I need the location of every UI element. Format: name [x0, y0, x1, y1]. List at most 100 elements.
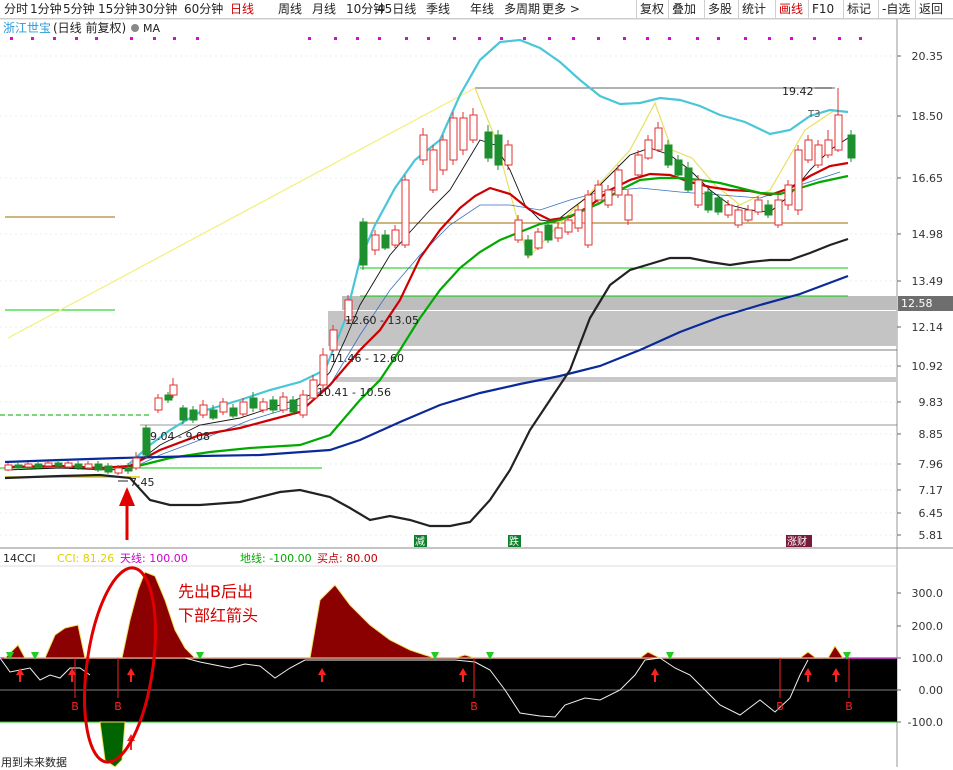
- candle-body: [169, 384, 178, 396]
- candle-body: [544, 224, 553, 241]
- signal-dot: [478, 37, 481, 40]
- candle-body: [804, 139, 813, 161]
- signal-dot: [813, 37, 816, 40]
- callout-line-1: 先出B后出: [178, 582, 253, 601]
- candle-body: [494, 134, 503, 166]
- marker-die: 跌: [509, 535, 519, 548]
- candle-body: [624, 194, 633, 221]
- marker-jian: 减: [415, 536, 425, 548]
- candle-body: [132, 457, 141, 469]
- candle-body: [814, 144, 823, 166]
- candle-body: [704, 191, 713, 211]
- maidian-label: 买点: 80.00: [317, 552, 378, 565]
- chart-mode: (日线 前复权): [53, 20, 126, 35]
- candle-body: [429, 149, 438, 191]
- signal-dot: [453, 37, 456, 40]
- price-tick-label: 20.35: [912, 50, 944, 63]
- b-signal-label: B: [114, 700, 122, 713]
- price-tick-label: 7.96: [919, 458, 944, 471]
- signal-dot: [75, 37, 78, 40]
- price-tick-label: 8.85: [919, 428, 944, 441]
- signal-dot: [744, 37, 747, 40]
- candle-body: [694, 179, 703, 206]
- candle-body: [289, 399, 298, 413]
- price-tick-label: 18.50: [912, 110, 944, 123]
- peak-sub-label: T3: [807, 109, 820, 120]
- candle-body: [724, 204, 733, 216]
- signal-dot: [717, 37, 720, 40]
- cci-positive-fill: [3, 571, 844, 659]
- price-tick-label: 10.92: [912, 360, 944, 373]
- b-signal-label: B: [845, 700, 853, 713]
- signal-dot: [427, 37, 430, 40]
- signal-dot: [597, 37, 600, 40]
- zone-band-1: [342, 296, 897, 310]
- stock-name: 浙江世宝: [3, 21, 51, 35]
- candle-body: [449, 117, 458, 161]
- signal-dot: [196, 37, 199, 40]
- ma-label: MA: [143, 22, 160, 35]
- candle-body: [4, 464, 13, 471]
- candle-body: [794, 149, 803, 211]
- candle-body: [371, 234, 380, 251]
- zone-label-1: 9.04 - 9.08: [150, 430, 210, 443]
- b-signal-label: B: [776, 700, 784, 713]
- candle-body: [469, 114, 478, 141]
- candle-body: [514, 219, 523, 241]
- low-price-label: 7.45: [130, 476, 155, 489]
- candle-body: [64, 462, 73, 468]
- zone-label-2: 10.41 - 10.56: [317, 386, 391, 399]
- candle-body: [319, 354, 328, 386]
- candle-body: [299, 394, 308, 416]
- signal-dot: [356, 37, 359, 40]
- candle-body: [847, 134, 856, 159]
- signal-dot: [53, 37, 56, 40]
- candle-body: [664, 144, 673, 166]
- candle-body: [154, 397, 163, 411]
- b-signal-label: B: [470, 700, 478, 713]
- candle-body: [604, 189, 613, 206]
- signal-dot: [405, 37, 408, 40]
- candle-body: [124, 467, 133, 472]
- candle-body: [644, 139, 653, 159]
- candle-body: [114, 467, 123, 474]
- candle-body: [734, 209, 743, 226]
- candle-body: [239, 401, 248, 415]
- candle-body: [179, 407, 188, 421]
- price-tick-label: 13.49: [912, 275, 944, 288]
- signal-dot: [790, 37, 793, 40]
- candle-body: [44, 462, 53, 467]
- candle-body: [94, 463, 103, 471]
- signal-dot: [378, 37, 381, 40]
- signal-dot: [523, 37, 526, 40]
- bollinger-upper: [127, 38, 849, 466]
- candle-body: [209, 409, 218, 419]
- peak-price-label: 19.42: [782, 85, 814, 98]
- future-data-note: 用到未来数据: [1, 756, 67, 769]
- candle-body: [74, 463, 83, 469]
- candle-body: [401, 179, 410, 246]
- dixian-label: 地线: -100.00: [240, 551, 312, 565]
- candle-body: [684, 167, 693, 191]
- candle-body: [524, 239, 533, 256]
- candle-body: [229, 407, 238, 417]
- zone-label-4: 12.60 - 13.05: [345, 314, 419, 327]
- zigzag-yellow: [474, 87, 836, 260]
- cci-tick-label: 200.0: [912, 620, 944, 633]
- price-tick-label: 5.81: [919, 529, 944, 542]
- marker-zhangcai: 涨财: [787, 535, 807, 548]
- candle-body: [104, 465, 113, 473]
- candle-body: [439, 139, 448, 171]
- candle-body: [654, 127, 663, 151]
- signal-dot: [572, 37, 575, 40]
- price-tick-label: 6.45: [919, 507, 944, 520]
- candle-body: [34, 463, 43, 468]
- candle-body: [329, 329, 338, 351]
- candle-body: [259, 401, 268, 411]
- candle-body: [269, 399, 278, 411]
- signal-dot: [838, 37, 841, 40]
- candle-body: [459, 117, 468, 151]
- tianxian-label: 天线: 100.00: [120, 551, 188, 565]
- price-tick-label: 16.65: [912, 172, 944, 185]
- signal-dot: [173, 37, 176, 40]
